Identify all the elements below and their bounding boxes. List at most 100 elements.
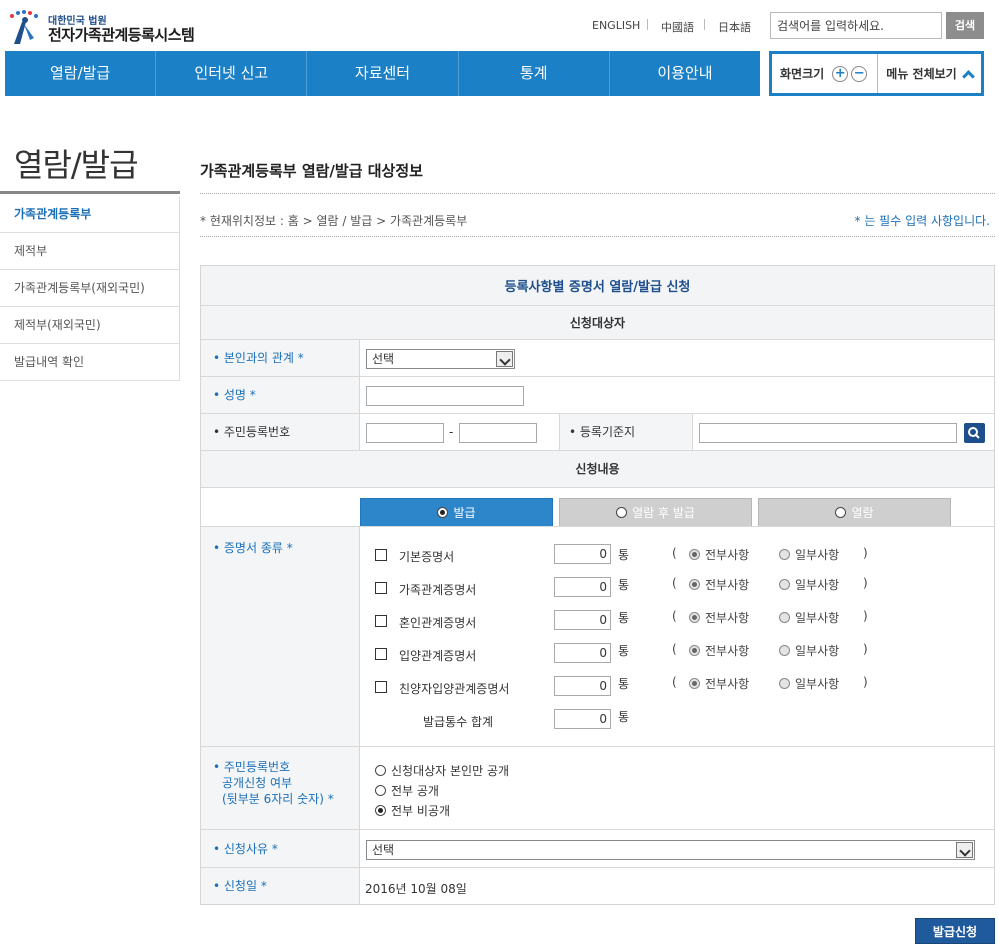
unit-label: 통: [618, 578, 630, 592]
sidebar-item-issue-history[interactable]: 발급내역 확인: [0, 344, 180, 381]
scope-all-label: 전부사항: [705, 578, 750, 592]
address-search-button[interactable]: [964, 423, 985, 443]
nav-view-issue[interactable]: 열람/발급: [5, 51, 157, 96]
scope-paren: ): [863, 675, 868, 689]
scope-part-label: 일부사항: [795, 611, 840, 625]
rrn-row: • 주민등록번호 - • 등록기준지: [201, 413, 994, 450]
radio-selected-icon: [689, 678, 700, 689]
scope-all-option[interactable]: 전부사항: [689, 609, 749, 626]
scope-all-option[interactable]: 전부사항: [689, 576, 749, 593]
scope-paren: ): [863, 576, 868, 590]
scope-part-option[interactable]: 일부사항: [779, 546, 839, 563]
cert-count-input[interactable]: 0: [554, 610, 611, 630]
nav-guide[interactable]: 이용안내: [610, 51, 760, 96]
unit-label: 통: [618, 548, 630, 562]
cert-checkbox[interactable]: [375, 549, 387, 561]
tab-view-then-issue[interactable]: 열람 후 발급: [559, 498, 752, 527]
cert-count-input[interactable]: 0: [554, 676, 611, 696]
tab-view[interactable]: 열람: [758, 498, 951, 527]
sidebar-divider: [0, 191, 180, 194]
tab-issue[interactable]: 발급: [360, 498, 553, 527]
cert-name: 기본증명서: [399, 550, 455, 564]
reason-select[interactable]: 선택: [366, 840, 975, 860]
rrn-front-input[interactable]: [366, 423, 444, 443]
scope-paren: ): [863, 642, 868, 656]
scope-part-option[interactable]: 일부사항: [779, 609, 839, 626]
section-content-heading: 신청내용: [201, 450, 994, 487]
scope-part-option[interactable]: 일부사항: [779, 675, 839, 692]
radio-selected-icon: [437, 507, 449, 518]
scope-part-label: 일부사항: [795, 644, 840, 658]
disclosure-label-line: • 주민등록번호: [213, 760, 291, 774]
nav-internet-report[interactable]: 인터넷 신고: [156, 51, 308, 96]
unit-label: 통: [618, 710, 630, 724]
cert-checkbox[interactable]: [375, 582, 387, 594]
scope-paren: ): [863, 546, 868, 560]
disclosure-option-label: 전부 공개: [391, 784, 439, 798]
cert-count-input[interactable]: 0: [554, 643, 611, 663]
scope-all-option[interactable]: 전부사항: [689, 642, 749, 659]
nav-statistics[interactable]: 통계: [459, 51, 610, 96]
total-label: 발급통수 합계: [423, 715, 494, 729]
scope-all-label: 전부사항: [705, 611, 750, 625]
scope-part-option[interactable]: 일부사항: [779, 642, 839, 659]
cert-checkbox[interactable]: [375, 615, 387, 627]
disclosure-row: • 주민등록번호 공개신청 여부 (뒷부분 6자리 숫자) * 신청대상자 본인…: [201, 746, 994, 829]
nav-resource-center[interactable]: 자료센터: [307, 51, 459, 96]
search-input[interactable]: [770, 12, 942, 39]
tab-view-then-issue-label: 열람 후 발급: [632, 506, 695, 520]
relation-select[interactable]: 선택: [366, 349, 515, 369]
scope-part-label: 일부사항: [795, 548, 840, 562]
disclosure-option-all[interactable]: 전부 공개: [375, 781, 509, 801]
radio-icon: [779, 612, 790, 623]
radio-icon: [835, 507, 847, 518]
scope-paren: (: [672, 576, 677, 590]
cert-checkbox[interactable]: [375, 648, 387, 660]
court-emblem-icon: [10, 10, 38, 44]
disclosure-option-self[interactable]: 신청대상자 본인만 공개: [375, 761, 509, 781]
scope-all-option[interactable]: 전부사항: [689, 546, 749, 563]
total-count: 0: [554, 709, 611, 729]
date-label: • 신청일 *: [201, 868, 360, 904]
base-address-input[interactable]: [699, 423, 957, 443]
sidebar-item-family-register[interactable]: 가족관계등록부: [0, 196, 180, 233]
scope-all-label: 전부사항: [705, 548, 750, 562]
certificate-label: • 증명서 종류 *: [201, 527, 360, 746]
radio-icon: [779, 579, 790, 590]
cert-count-input[interactable]: 0: [554, 544, 611, 564]
disclosure-option-none[interactable]: 전부 비공개: [375, 801, 509, 821]
scope-paren: (: [672, 642, 677, 656]
menu-all-button[interactable]: 메뉴 전체보기: [878, 54, 981, 93]
relation-select-value: 선택: [372, 352, 395, 366]
lang-chinese-link[interactable]: 中國語: [661, 19, 694, 35]
site-logo[interactable]: 대한민국 법원 전자가족관계등록시스템: [4, 8, 204, 48]
sidebar-item-removed-register-overseas[interactable]: 제적부(재외국민): [0, 307, 180, 344]
application-form: 등록사항별 증명서 열람/발급 신청 신청대상자 • 본인과의 관계 * 선택 …: [200, 265, 995, 905]
cert-count-input[interactable]: 0: [554, 577, 611, 597]
scope-part-option[interactable]: 일부사항: [779, 576, 839, 593]
submit-button[interactable]: 발급신청: [915, 918, 995, 944]
name-input[interactable]: [366, 386, 524, 406]
divider: [200, 193, 995, 194]
chevron-up-icon: [961, 69, 975, 83]
sidebar-item-removed-register[interactable]: 제적부: [0, 233, 180, 270]
radio-icon: [375, 765, 386, 776]
lang-japanese-link[interactable]: 日本語: [718, 19, 751, 35]
name-label: • 성명 *: [201, 377, 360, 413]
zoom-in-icon[interactable]: +: [832, 65, 849, 82]
rrn-back-input[interactable]: [459, 423, 537, 443]
search-button[interactable]: 검색: [946, 12, 984, 39]
zoom-out-icon[interactable]: −: [851, 65, 868, 82]
scope-all-label: 전부사항: [705, 644, 750, 658]
sidebar-item-family-register-overseas[interactable]: 가족관계등록부(재외국민): [0, 270, 180, 307]
radio-selected-icon: [375, 805, 386, 816]
lang-divider: [647, 19, 648, 30]
date-value: 2016년 10월 08일: [365, 882, 467, 896]
cert-checkbox[interactable]: [375, 681, 387, 693]
scope-paren: (: [672, 675, 677, 689]
utility-box: 화면크기 + − 메뉴 전체보기: [769, 51, 984, 96]
tab-view-label: 열람: [851, 506, 874, 520]
scope-all-option[interactable]: 전부사항: [689, 675, 749, 692]
lang-english-link[interactable]: ENGLISH: [592, 19, 640, 32]
cert-name: 친양자입양관계증명서: [399, 682, 510, 696]
